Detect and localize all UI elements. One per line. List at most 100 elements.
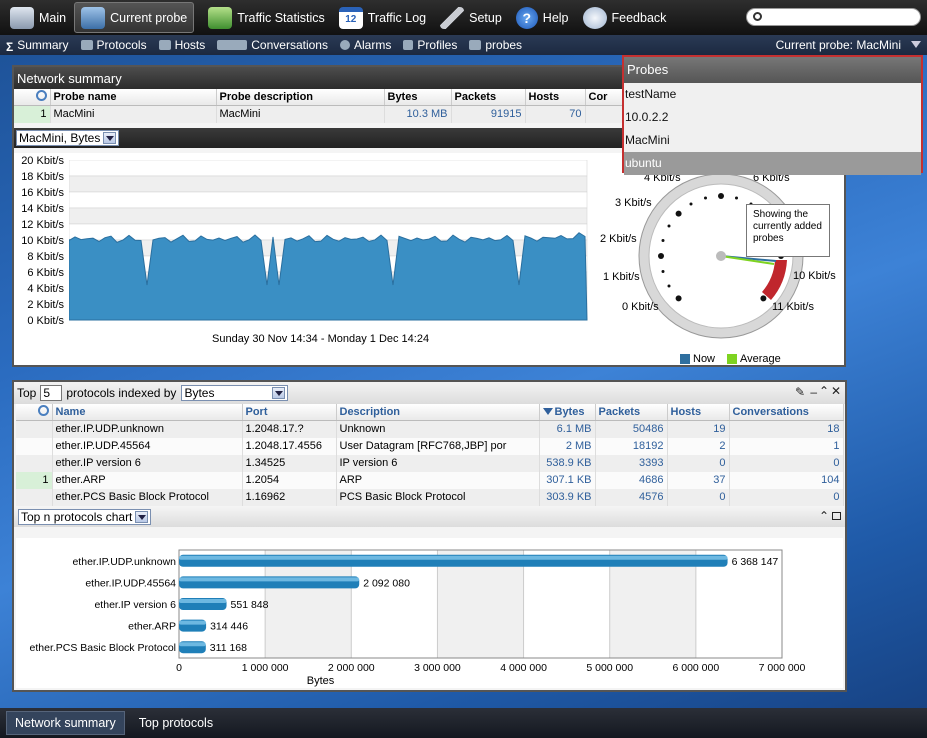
value-label: 314 446 xyxy=(210,621,248,633)
y-tick-label: 18 Kbit/s xyxy=(21,171,64,183)
chevron-down-icon xyxy=(135,510,149,523)
subnav-conversations[interactable]: Conversations xyxy=(217,38,328,52)
row-index: 1 xyxy=(14,105,51,123)
table-header-row: Name Port Description Bytes Packets Host… xyxy=(16,404,844,421)
probes-tooltip: Showing the currently added probes xyxy=(746,204,830,257)
subnav-profiles[interactable]: Profiles xyxy=(403,38,457,52)
calendar-icon: 12 xyxy=(338,6,363,29)
table-row[interactable]: ether.PCS Basic Block Protocol 1.16962 PCS… xyxy=(16,488,844,506)
value-label: 2 092 080 xyxy=(363,577,410,589)
column-header[interactable]: Cor xyxy=(585,89,623,106)
x-tick-label: 4 000 000 xyxy=(500,662,547,674)
y-tick-label: 6 Kbit/s xyxy=(27,267,64,279)
port-cell: 1.2048.17.4556 xyxy=(242,437,337,455)
home-icon xyxy=(10,6,34,29)
column-header[interactable]: Conversations xyxy=(729,404,844,421)
bottom-tabs: Network summary Top protocols xyxy=(0,708,927,738)
row-index xyxy=(16,437,53,455)
nav-traffic-log[interactable]: 12 Traffic Log xyxy=(333,2,432,33)
table-row[interactable]: 1 MacMini MacMini 10.3 MB 91915 70 xyxy=(14,105,623,123)
probe-option[interactable]: MacMini xyxy=(624,129,921,152)
chevron-down-icon xyxy=(103,131,117,144)
table-row[interactable]: 1 ether.ARP 1.2054 ARP 307.1 KB 4686 37 104 xyxy=(16,471,844,489)
column-header[interactable]: Port xyxy=(242,404,337,421)
hosts-cell: 37 xyxy=(667,471,730,489)
column-header-sorted[interactable]: Bytes xyxy=(539,404,596,421)
chevron-down-icon[interactable] xyxy=(911,41,921,48)
column-header[interactable]: Probe name xyxy=(50,89,217,106)
collapse-icon[interactable]: ⌃ xyxy=(819,384,829,398)
close-icon[interactable]: ✕ xyxy=(831,384,841,398)
column-header[interactable]: Name xyxy=(52,404,243,421)
gauge-label: 11 Kbit/s xyxy=(772,301,814,313)
x-axis-label: Bytes xyxy=(307,675,335,687)
probes-dropdown: Probes testName 10.0.2.2 MacMini ubuntu xyxy=(622,55,923,175)
subnav-alarms[interactable]: Alarms xyxy=(339,38,391,52)
restore-window-icon[interactable] xyxy=(832,511,841,520)
chart-type-select[interactable]: Top n protocols chart xyxy=(18,508,152,525)
help-icon: ? xyxy=(515,6,538,29)
bytes-cell: 2 MB xyxy=(539,437,596,455)
x-tick-label: 6 000 000 xyxy=(672,662,719,674)
row-index-header xyxy=(14,89,51,106)
top-protocols-toolbar: Top 5 protocols indexed by Bytes ✎ – ⌃ ✕ xyxy=(14,382,845,404)
nav-feedback[interactable]: Feedback xyxy=(577,2,673,33)
nav-current-probe[interactable]: Current probe xyxy=(74,2,195,33)
row-index xyxy=(16,420,53,438)
conversations-cell: 0 xyxy=(729,488,844,506)
table-row[interactable]: ether.IP.UDP.unknown 1.2048.17.? Unknown 6.… xyxy=(16,420,844,438)
tab-top-protocols[interactable]: Top protocols xyxy=(131,712,221,734)
traffic-chart-area: 20 Kbit/s 18 Kbit/s 16 Kbit/s 14 Kbit/s 12 K… xyxy=(14,153,844,365)
refresh-clock-icon[interactable] xyxy=(35,90,47,101)
table-row[interactable]: ether.IP version 6 1.34525 IP version 6 538… xyxy=(16,454,844,472)
bar-highlight xyxy=(179,620,207,625)
probe-option[interactable]: testName xyxy=(624,83,921,106)
probe-summary-table: Probe name Probe description Bytes Packe… xyxy=(14,89,623,123)
probe-metric-select[interactable]: MacMini, Bytes xyxy=(16,129,120,146)
probes-dropdown-title: Probes xyxy=(624,57,921,83)
value-label: 551 848 xyxy=(231,599,269,611)
nav-help[interactable]: ? Help xyxy=(510,2,575,33)
top-protocols-chart-area: 0 1 000 000 2 000 000 3 000 000 4 000 000 5 0… xyxy=(16,538,843,688)
probe-option[interactable]: 10.0.2.2 xyxy=(624,106,921,129)
column-header[interactable]: Packets xyxy=(451,89,526,106)
hosts-cell: 0 xyxy=(667,454,730,472)
wrench-icon[interactable]: ✎ xyxy=(795,385,805,399)
top-protocols-table: Name Port Description Bytes Packets Host… xyxy=(16,404,844,506)
x-tick-label: 2 000 000 xyxy=(328,662,375,674)
minimize-icon[interactable]: – xyxy=(810,385,817,399)
cor-cell xyxy=(585,105,623,123)
nav-setup[interactable]: Setup xyxy=(434,2,508,33)
probe-option-selected[interactable]: ubuntu xyxy=(624,152,921,175)
current-probe-label[interactable]: Current probe: MacMini xyxy=(776,38,901,52)
column-header[interactable]: Packets xyxy=(595,404,668,421)
top-count-input[interactable]: 5 xyxy=(40,385,63,401)
tab-network-summary[interactable]: Network summary xyxy=(6,711,125,735)
packets-cell: 18192 xyxy=(595,437,668,455)
protocol-name-cell: ether.ARP xyxy=(52,471,243,489)
column-header[interactable]: Description xyxy=(336,404,540,421)
description-cell: Unknown xyxy=(336,420,540,438)
indexed-by-select[interactable]: Bytes xyxy=(181,385,289,401)
subnav-hosts[interactable]: Hosts xyxy=(158,38,205,52)
nav-traffic-statistics[interactable]: Traffic Statistics xyxy=(202,2,331,33)
subnav-protocols[interactable]: Protocols xyxy=(80,38,147,52)
category-label: ether.IP.UDP.45564 xyxy=(85,577,176,589)
search-input[interactable] xyxy=(746,8,921,26)
bar-highlight xyxy=(179,599,227,603)
packets-cell: 3393 xyxy=(595,454,668,472)
category-label: ether.PCS Basic Block Protocol xyxy=(30,642,176,654)
table-row[interactable]: ether.IP.UDP.45564 1.2048.17.4556 User Dat… xyxy=(16,437,844,455)
collapse-icon[interactable]: ⌃ xyxy=(819,509,829,523)
nav-main[interactable]: Main xyxy=(4,2,72,33)
y-tick-label: 8 Kbit/s xyxy=(27,251,64,263)
column-header[interactable]: Probe description xyxy=(216,89,385,106)
refresh-clock-icon[interactable] xyxy=(37,405,49,416)
subnav-probes[interactable]: probes xyxy=(469,38,522,52)
column-header[interactable]: Hosts xyxy=(667,404,730,421)
chart-time-range: Sunday 30 Nov 14:34 - Monday 1 Dec 14:24 xyxy=(212,333,430,345)
probe-name-cell: MacMini xyxy=(50,105,217,123)
subnav-summary[interactable]: Σ Summary xyxy=(6,38,69,54)
column-header[interactable]: Hosts xyxy=(525,89,586,106)
column-header[interactable]: Bytes xyxy=(384,89,452,106)
